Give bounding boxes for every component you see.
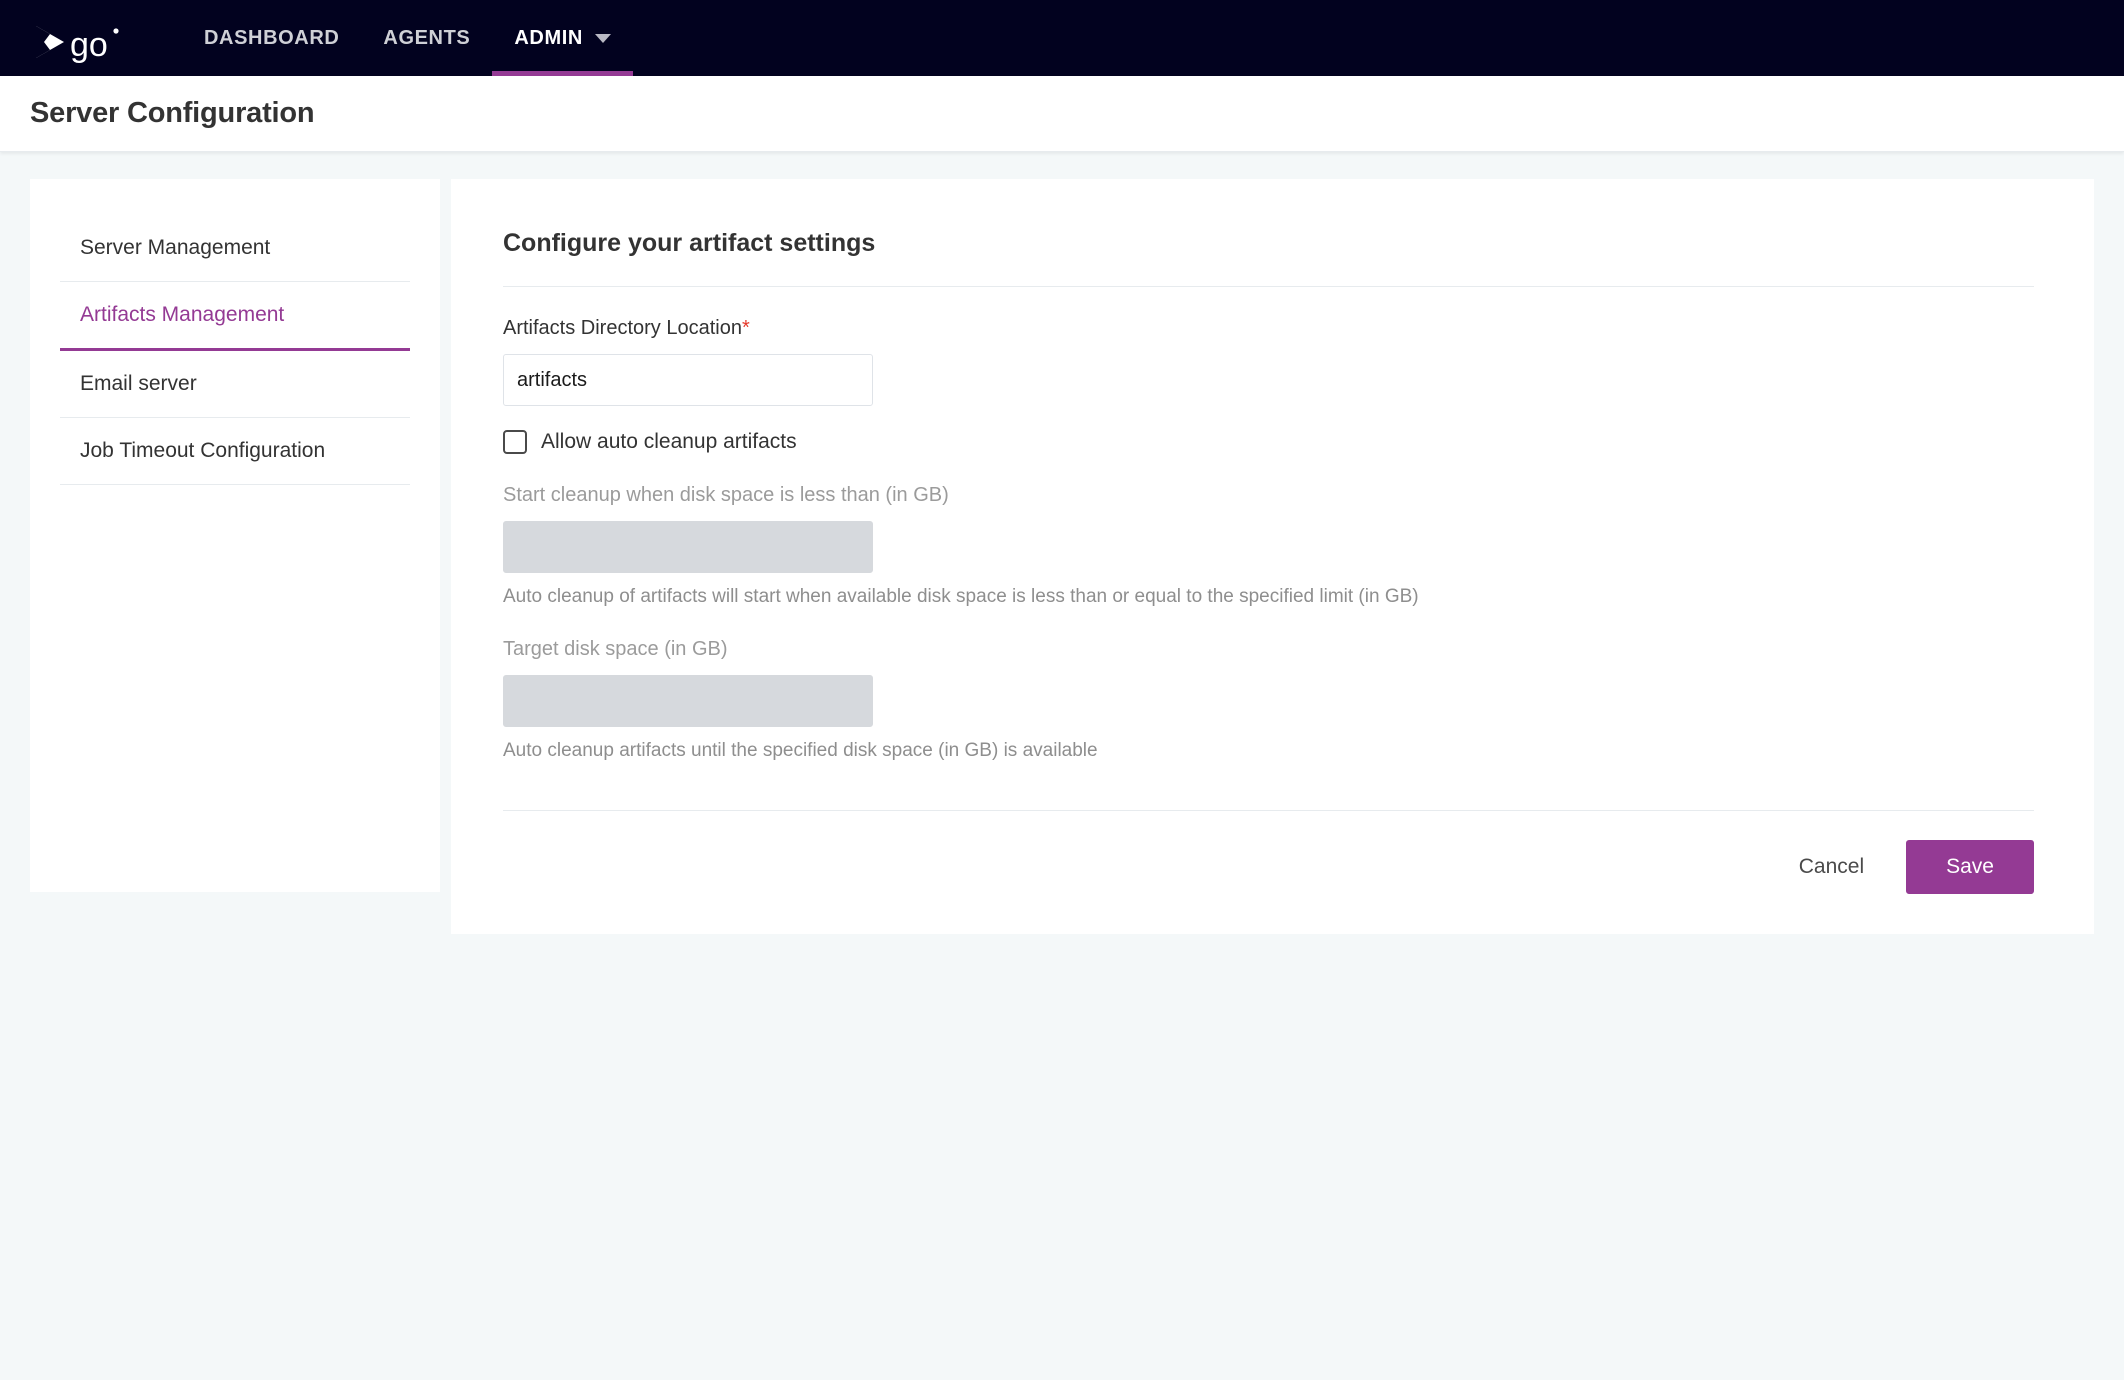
gocd-logo[interactable]: go [30, 12, 122, 64]
top-navigation-bar: go DASHBOARD AGENTS ADMIN [0, 0, 2124, 76]
artifacts-directory-input[interactable] [503, 354, 873, 406]
panel-title: Configure your artifact settings [503, 229, 876, 257]
settings-sidebar: Server Management Artifacts Management E… [30, 179, 440, 892]
save-button[interactable]: Save [1906, 840, 2034, 894]
start-cleanup-field: Start cleanup when disk space is less th… [503, 484, 2034, 608]
sidebar-item-label: Server Management [80, 236, 271, 259]
target-disk-input[interactable] [503, 675, 873, 727]
target-disk-field: Target disk space (in GB) Auto cleanup a… [503, 638, 2034, 762]
nav-item-agents[interactable]: AGENTS [361, 0, 492, 76]
page-header: Server Configuration [0, 76, 2124, 152]
nav-item-dashboard[interactable]: DASHBOARD [182, 0, 361, 76]
sidebar-item-label: Job Timeout Configuration [80, 439, 326, 462]
sidebar-item-label: Artifacts Management [80, 303, 285, 326]
nav-item-label: DASHBOARD [204, 26, 340, 49]
sidebar-item-job-timeout-configuration[interactable]: Job Timeout Configuration [60, 418, 410, 485]
artifacts-directory-label: Artifacts Directory Location* [503, 317, 2034, 340]
content-area: Server Management Artifacts Management E… [0, 152, 2124, 934]
sidebar-item-server-management[interactable]: Server Management [60, 215, 410, 282]
allow-auto-cleanup-checkbox[interactable] [503, 430, 527, 454]
artifact-settings-panel: Configure your artifact settings Artifac… [451, 179, 2094, 934]
page-title: Server Configuration [30, 97, 315, 129]
sidebar-item-label: Email server [80, 372, 197, 395]
form-actions: Cancel Save [503, 811, 2034, 934]
start-cleanup-input[interactable] [503, 521, 873, 573]
artifacts-directory-label-text: Artifacts Directory Location [503, 317, 742, 339]
chevron-down-icon [594, 33, 611, 43]
nav-item-label: ADMIN [514, 26, 583, 49]
artifacts-directory-field: Artifacts Directory Location* [503, 317, 2034, 406]
sidebar-item-email-server[interactable]: Email server [60, 351, 410, 418]
nav-item-admin[interactable]: ADMIN [492, 0, 633, 76]
allow-auto-cleanup-row: Allow auto cleanup artifacts [503, 430, 2034, 454]
required-asterisk: * [741, 317, 750, 339]
sidebar-item-artifacts-management[interactable]: Artifacts Management [60, 282, 410, 351]
title-divider [503, 286, 2034, 287]
target-disk-help-text: Auto cleanup artifacts until the specifi… [503, 740, 1098, 761]
svg-text:go: go [70, 26, 108, 64]
start-cleanup-label: Start cleanup when disk space is less th… [503, 484, 949, 506]
cancel-button[interactable]: Cancel [1777, 841, 1886, 893]
primary-nav: DASHBOARD AGENTS ADMIN [182, 0, 633, 76]
target-disk-label: Target disk space (in GB) [503, 638, 728, 660]
start-cleanup-help-text: Auto cleanup of artifacts will start whe… [503, 586, 1419, 607]
allow-auto-cleanup-label[interactable]: Allow auto cleanup artifacts [541, 430, 797, 454]
nav-item-label: AGENTS [383, 26, 471, 49]
